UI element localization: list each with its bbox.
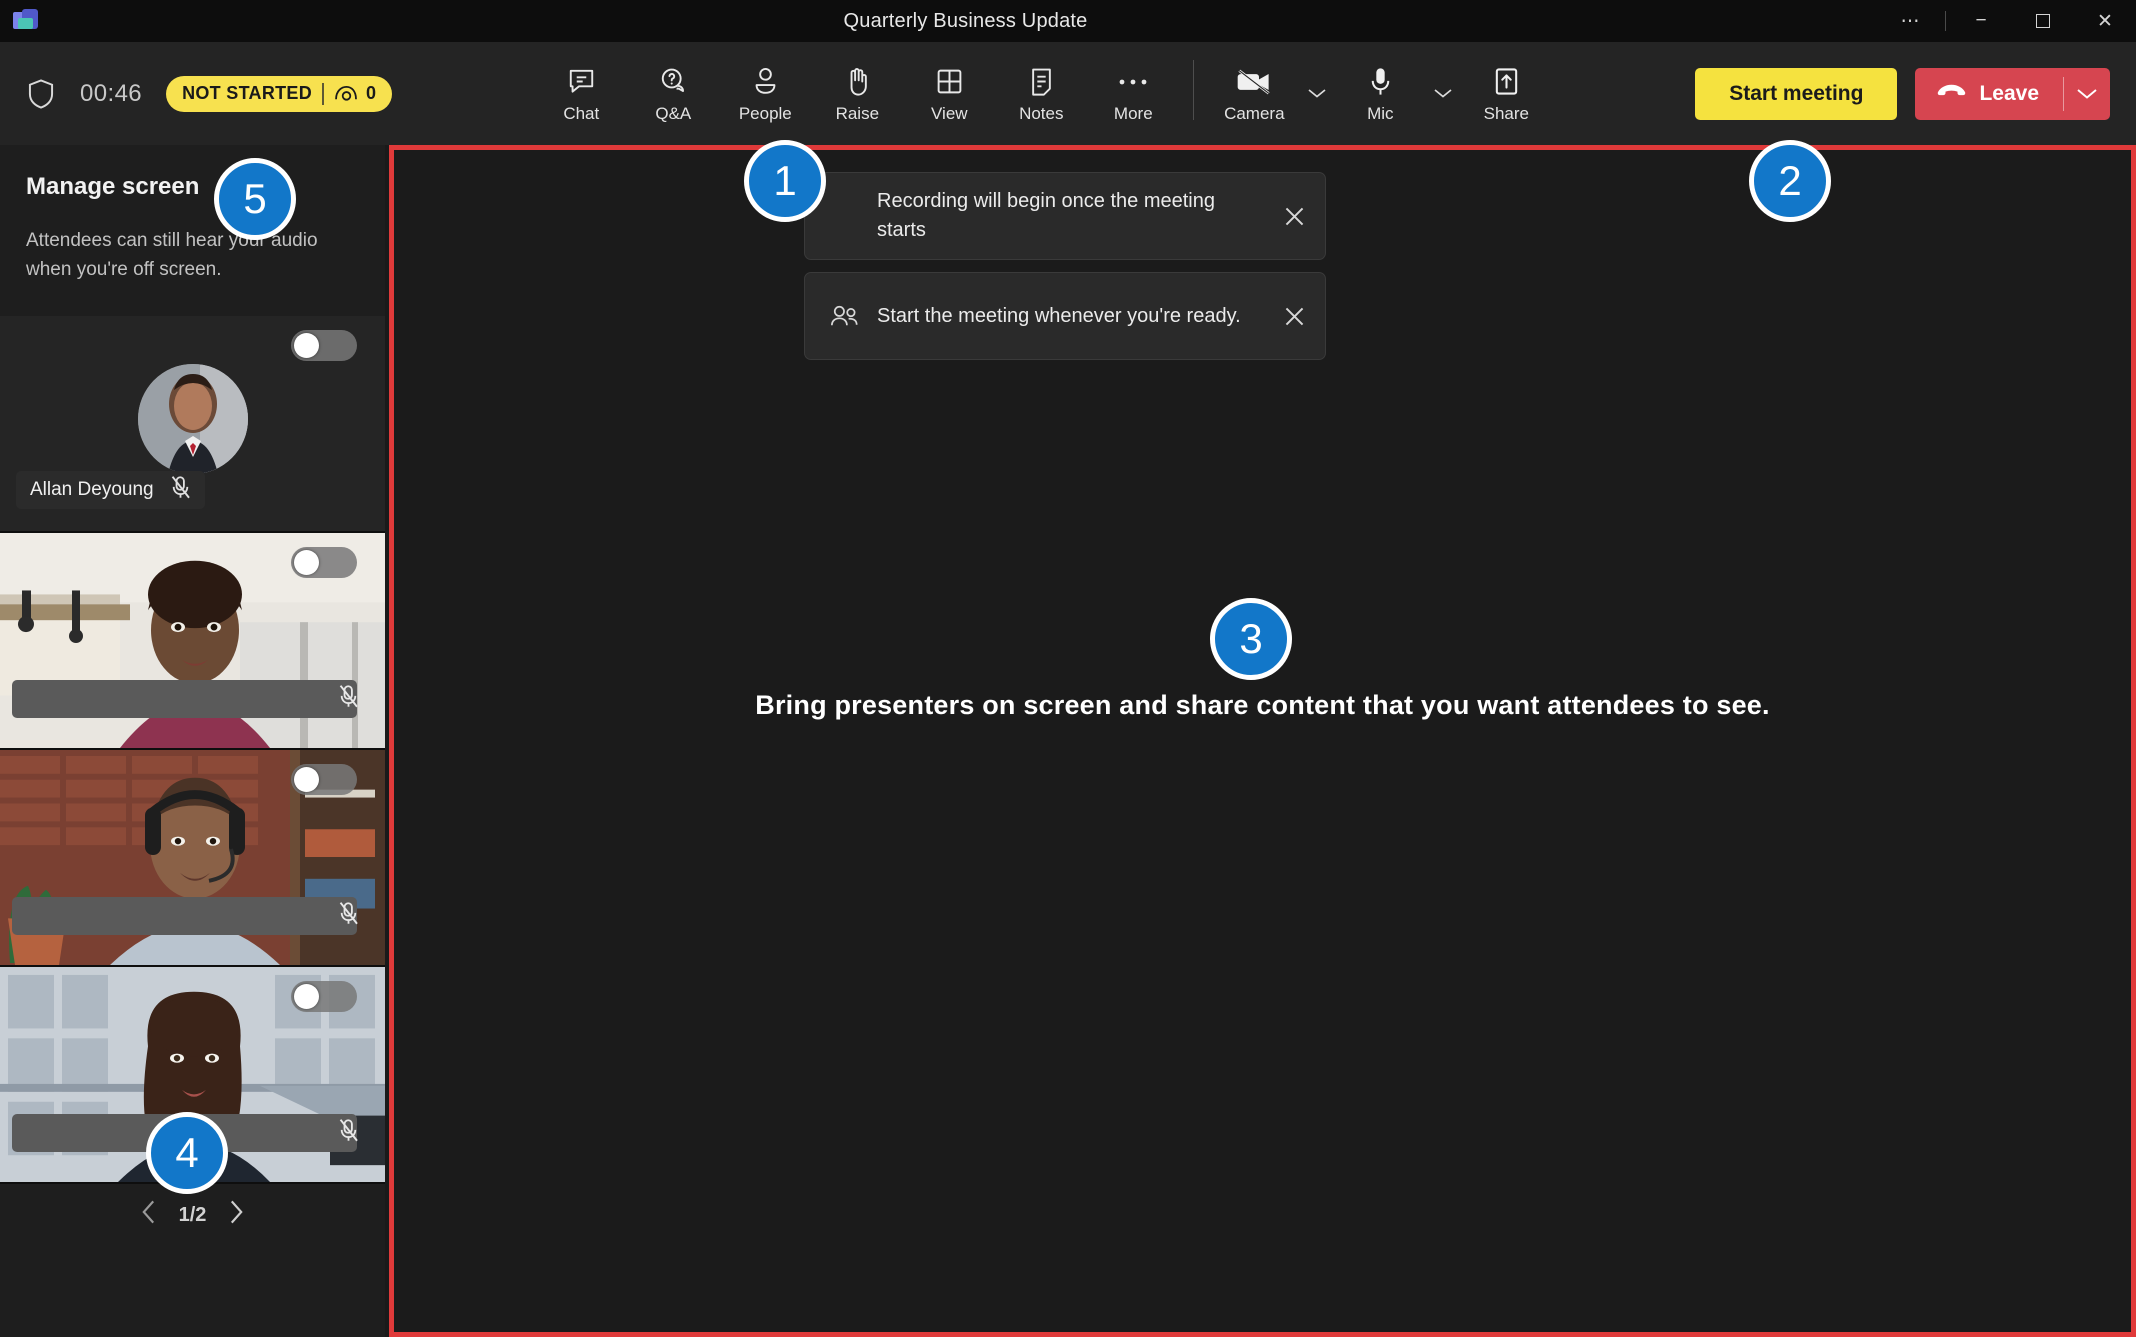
toolbar-notes-button[interactable]: Notes — [995, 65, 1087, 124]
participant-name-bar — [12, 897, 357, 935]
toast-container: Recording will begin once the meeting st… — [804, 172, 1326, 360]
attendee-count: 0 — [366, 83, 377, 103]
callout-marker-2: 2 — [1749, 140, 1831, 222]
participant-name-bar: Allan Deyoung — [16, 471, 205, 509]
people-icon — [829, 304, 859, 328]
window-title: Quarterly Business Update — [843, 9, 1088, 32]
app-logo — [0, 0, 52, 42]
toolbar-notes-label: Notes — [1019, 103, 1064, 123]
toolbar-more-label: More — [1113, 103, 1153, 123]
person-icon — [751, 65, 780, 99]
window-minimize-icon[interactable]: − — [1950, 0, 2012, 42]
callout-marker-3: 3 — [1210, 598, 1292, 680]
mic-off-icon — [338, 684, 359, 714]
page-indicator: 1/2 — [178, 1203, 207, 1226]
toolbar-tools: Chat Q&A People Raise View Notes More Ca… — [392, 59, 1695, 128]
mic-off-icon — [338, 1118, 359, 1148]
meeting-stage: Recording will begin once the meeting st… — [389, 145, 2136, 1337]
toolbar-mic-label: Mic — [1367, 103, 1394, 123]
attendee-eye-icon — [335, 85, 357, 101]
meeting-status-group: 00:46 NOT STARTED 0 — [0, 75, 393, 112]
toolbar-mic-button[interactable]: Mic — [1334, 65, 1426, 124]
chat-bubble-icon — [566, 65, 597, 99]
titlebar-divider — [1945, 11, 1946, 31]
chevron-right-icon[interactable] — [228, 1199, 245, 1232]
stage-empty-message: Bring presenters on screen and share con… — [755, 690, 1770, 720]
status-badge-label: NOT STARTED — [182, 83, 313, 103]
start-meeting-button[interactable]: Start meeting — [1695, 67, 1898, 120]
meeting-primary-actions: Start meeting Leave — [1695, 67, 2136, 120]
camera-off-icon — [1237, 65, 1271, 99]
share-up-arrow-icon — [1493, 65, 1520, 99]
toolbar-share-label: Share — [1483, 103, 1529, 123]
on-screen-toggle[interactable] — [291, 764, 357, 795]
grid-view-icon — [935, 65, 964, 99]
toolbar-view-label: View — [931, 103, 968, 123]
toolbar-divider — [1193, 59, 1195, 120]
chevron-left-icon[interactable] — [140, 1199, 157, 1232]
toolbar-people-label: People — [738, 103, 792, 123]
status-badge-divider — [322, 82, 325, 105]
status-badge: NOT STARTED 0 — [166, 75, 393, 112]
toast-notification: Start the meeting whenever you're ready. — [804, 272, 1326, 360]
leave-chevron-down-icon[interactable] — [2064, 68, 2110, 120]
on-screen-toggle[interactable] — [291, 547, 357, 578]
mic-off-icon — [338, 901, 359, 931]
microphone-icon — [1368, 65, 1393, 99]
participant-tile[interactable] — [0, 533, 385, 750]
toolbar-chat-button[interactable]: Chat — [535, 65, 627, 124]
close-icon[interactable] — [1271, 193, 1317, 239]
teams-logo-icon — [13, 8, 39, 34]
notes-icon — [1028, 65, 1055, 99]
hangup-phone-icon — [1937, 82, 1966, 106]
mic-off-icon — [170, 475, 191, 505]
callout-marker-1: 1 — [744, 140, 826, 222]
toolbar-more-button[interactable]: More — [1087, 65, 1179, 124]
qa-bubble-icon — [658, 65, 689, 99]
camera-chevron-down-icon[interactable] — [1300, 68, 1334, 124]
mic-chevron-down-icon[interactable] — [1426, 68, 1460, 124]
toolbar-qa-label: Q&A — [655, 103, 692, 123]
sidebar-title: Manage screen — [26, 173, 200, 200]
participant-tile-list: Allan Deyoung — [0, 316, 385, 1184]
meeting-action-bar: 00:46 NOT STARTED 0 Chat Q&A People Rais… — [0, 42, 2136, 145]
window-titlebar: Quarterly Business Update ⋯ − ✕ — [0, 0, 2136, 42]
leave-button-label: Leave — [1979, 81, 2039, 105]
participant-name-bar — [12, 680, 357, 718]
toolbar-chat-label: Chat — [563, 103, 600, 123]
window-more-icon[interactable]: ⋯ — [1879, 0, 1941, 42]
toolbar-view-button[interactable]: View — [903, 65, 995, 124]
toolbar-qa-button[interactable]: Q&A — [627, 65, 719, 124]
toolbar-raise-label: Raise — [835, 103, 880, 123]
sidebar-subtitle: Attendees can still hear your audio when… — [26, 230, 318, 280]
shield-icon — [26, 78, 56, 110]
toolbar-camera-label: Camera — [1224, 103, 1285, 123]
participant-tile[interactable] — [0, 750, 385, 967]
toolbar-share-button[interactable]: Share — [1460, 65, 1552, 124]
window-controls: ⋯ − ✕ — [1879, 0, 2136, 42]
avatar — [137, 364, 248, 475]
participant-name: Allan Deyoung — [30, 479, 154, 500]
callout-marker-4: 4 — [146, 1112, 228, 1194]
toolbar-raise-button[interactable]: Raise — [811, 65, 903, 124]
toast-notification: Recording will begin once the meeting st… — [804, 172, 1326, 260]
raise-hand-icon — [843, 65, 872, 99]
window-maximize-icon[interactable] — [2012, 0, 2074, 42]
toast-message: Start the meeting whenever you're ready. — [877, 304, 1241, 327]
on-screen-toggle[interactable] — [291, 330, 357, 361]
toast-message: Recording will begin once the meeting st… — [877, 190, 1215, 241]
participant-tile[interactable]: Allan Deyoung — [0, 316, 385, 533]
on-screen-toggle[interactable] — [291, 981, 357, 1012]
window-close-icon[interactable]: ✕ — [2074, 0, 2136, 42]
leave-button[interactable]: Leave — [1915, 68, 2063, 120]
toolbar-people-button[interactable]: People — [719, 65, 811, 124]
toolbar-camera-button[interactable]: Camera — [1208, 65, 1300, 124]
close-icon[interactable] — [1271, 293, 1317, 339]
leave-button-group[interactable]: Leave — [1915, 67, 2110, 120]
callout-marker-5: 5 — [214, 158, 296, 240]
more-horizontal-icon — [1118, 65, 1148, 99]
meeting-timer: 00:46 — [80, 79, 143, 107]
